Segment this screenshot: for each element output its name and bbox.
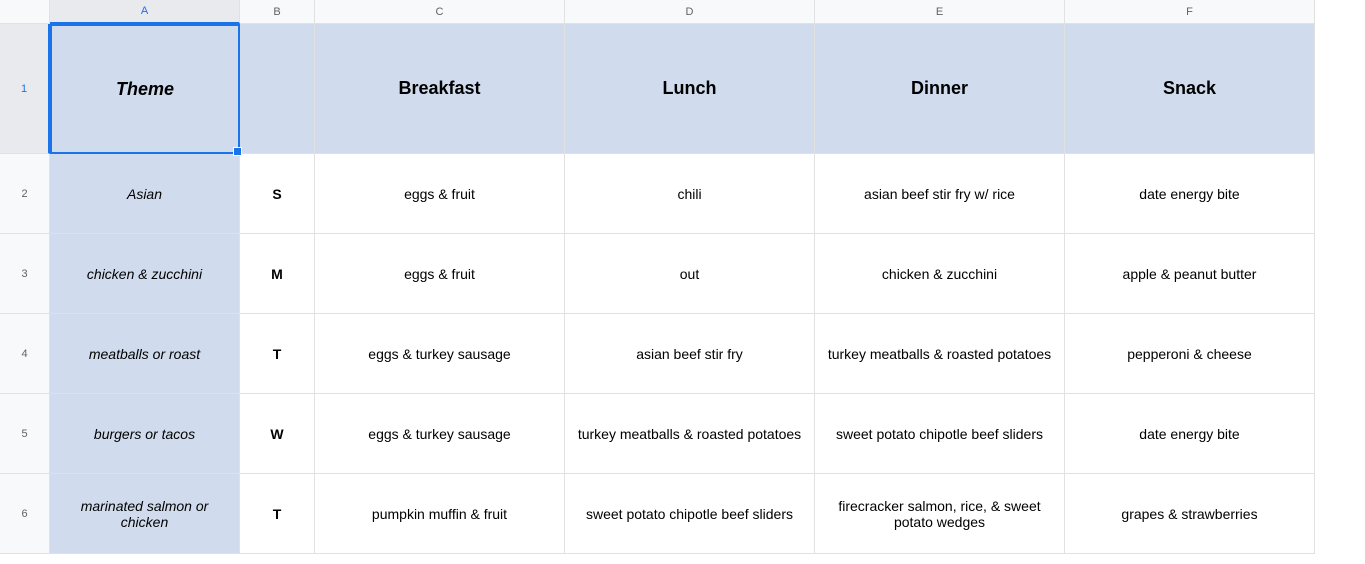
cell-F2[interactable]: date energy bite bbox=[1065, 154, 1315, 234]
cell-A4[interactable]: meatballs or roast bbox=[50, 314, 240, 394]
cell-A3[interactable]: chicken & zucchini bbox=[50, 234, 240, 314]
cell-F4[interactable]: pepperoni & cheese bbox=[1065, 314, 1315, 394]
cell-F3[interactable]: apple & peanut butter bbox=[1065, 234, 1315, 314]
cell-C2[interactable]: eggs & fruit bbox=[315, 154, 565, 234]
cell-E1[interactable]: Dinner bbox=[815, 24, 1065, 154]
cell-E4[interactable]: turkey meatballs & roasted potatoes bbox=[815, 314, 1065, 394]
cell-B2[interactable]: S bbox=[240, 154, 315, 234]
cell-C3[interactable]: eggs & fruit bbox=[315, 234, 565, 314]
cell-B1[interactable] bbox=[240, 24, 315, 154]
cell-C1[interactable]: Breakfast bbox=[315, 24, 565, 154]
cell-F6[interactable]: grapes & strawberries bbox=[1065, 474, 1315, 554]
cell-E3[interactable]: chicken & zucchini bbox=[815, 234, 1065, 314]
cell-D6[interactable]: sweet potato chipotle beef sliders bbox=[565, 474, 815, 554]
select-all-corner[interactable] bbox=[0, 0, 50, 24]
cell-A5[interactable]: burgers or tacos bbox=[50, 394, 240, 474]
cell-F1[interactable]: Snack bbox=[1065, 24, 1315, 154]
col-header-A[interactable]: A bbox=[50, 0, 240, 24]
cell-E2[interactable]: asian beef stir fry w/ rice bbox=[815, 154, 1065, 234]
row-header-1[interactable]: 1 bbox=[0, 24, 50, 154]
cell-D3[interactable]: out bbox=[565, 234, 815, 314]
row-header-6[interactable]: 6 bbox=[0, 474, 50, 554]
cell-A2[interactable]: Asian bbox=[50, 154, 240, 234]
cell-F5[interactable]: date energy bite bbox=[1065, 394, 1315, 474]
cell-D1[interactable]: Lunch bbox=[565, 24, 815, 154]
cell-B3[interactable]: M bbox=[240, 234, 315, 314]
row-header-5[interactable]: 5 bbox=[0, 394, 50, 474]
cell-D5[interactable]: turkey meatballs & roasted potatoes bbox=[565, 394, 815, 474]
spreadsheet-grid[interactable]: A B C D E F 1 Theme Breakfast Lunch Dinn… bbox=[0, 0, 1365, 554]
cell-B6[interactable]: T bbox=[240, 474, 315, 554]
cell-A6[interactable]: marinated salmon or chicken bbox=[50, 474, 240, 554]
cell-D2[interactable]: chili bbox=[565, 154, 815, 234]
cell-B5[interactable]: W bbox=[240, 394, 315, 474]
cell-E6[interactable]: firecracker salmon, rice, & sweet potato… bbox=[815, 474, 1065, 554]
cell-C6[interactable]: pumpkin muffin & fruit bbox=[315, 474, 565, 554]
row-header-3[interactable]: 3 bbox=[0, 234, 50, 314]
col-header-C[interactable]: C bbox=[315, 0, 565, 24]
cell-C5[interactable]: eggs & turkey sausage bbox=[315, 394, 565, 474]
cell-A1[interactable]: Theme bbox=[50, 24, 240, 154]
cell-C4[interactable]: eggs & turkey sausage bbox=[315, 314, 565, 394]
cell-D4[interactable]: asian beef stir fry bbox=[565, 314, 815, 394]
col-header-E[interactable]: E bbox=[815, 0, 1065, 24]
col-header-F[interactable]: F bbox=[1065, 0, 1315, 24]
cell-E5[interactable]: sweet potato chipotle beef sliders bbox=[815, 394, 1065, 474]
row-header-2[interactable]: 2 bbox=[0, 154, 50, 234]
col-header-B[interactable]: B bbox=[240, 0, 315, 24]
cell-B4[interactable]: T bbox=[240, 314, 315, 394]
row-header-4[interactable]: 4 bbox=[0, 314, 50, 394]
col-header-D[interactable]: D bbox=[565, 0, 815, 24]
